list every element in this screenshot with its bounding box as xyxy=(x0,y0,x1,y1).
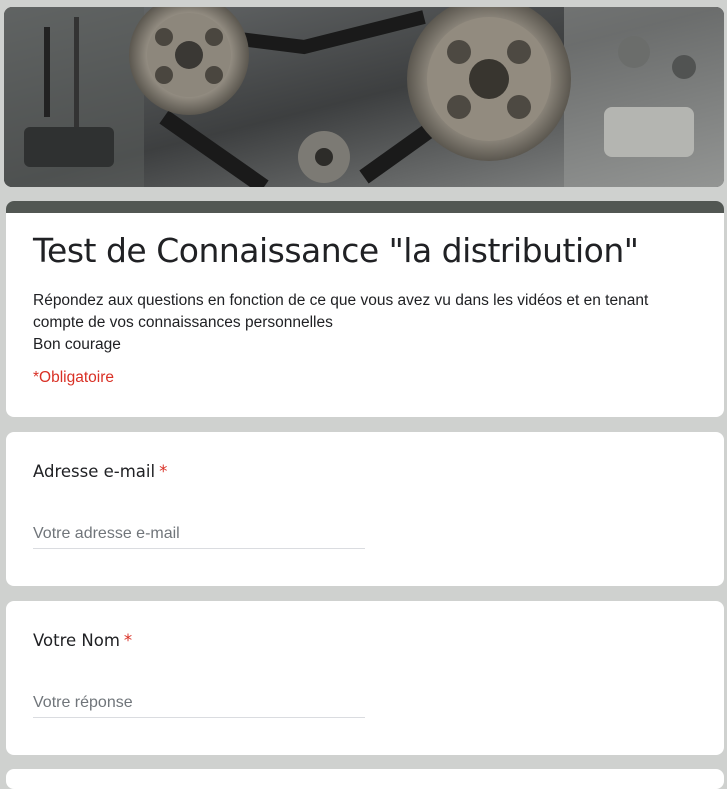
question-card-name: Votre Nom * xyxy=(6,601,724,755)
required-note: *Obligatoire xyxy=(33,369,114,386)
description-line: Répondez aux questions en fonction de ce… xyxy=(33,292,649,331)
form-title: Test de Connaissance "la distribution" xyxy=(33,231,639,270)
question-card-email: Adresse e-mail * xyxy=(6,432,724,586)
question-label: Adresse e-mail * xyxy=(33,462,167,481)
header-banner-image xyxy=(4,7,724,187)
email-input[interactable] xyxy=(33,520,365,549)
description-line: Bon courage xyxy=(33,336,121,353)
form-header-card: Test de Connaissance "la distribution" R… xyxy=(6,201,724,417)
required-asterisk: * xyxy=(123,631,133,650)
question-label-text: Adresse e-mail xyxy=(33,462,156,481)
question-card-next xyxy=(6,769,724,789)
theme-accent-bar xyxy=(6,201,724,213)
question-label-text: Votre Nom xyxy=(33,631,120,650)
name-input[interactable] xyxy=(33,689,365,718)
form-description: Répondez aux questions en fonction de ce… xyxy=(33,290,703,356)
question-label: Votre Nom * xyxy=(33,631,132,650)
required-asterisk: * xyxy=(159,462,168,481)
